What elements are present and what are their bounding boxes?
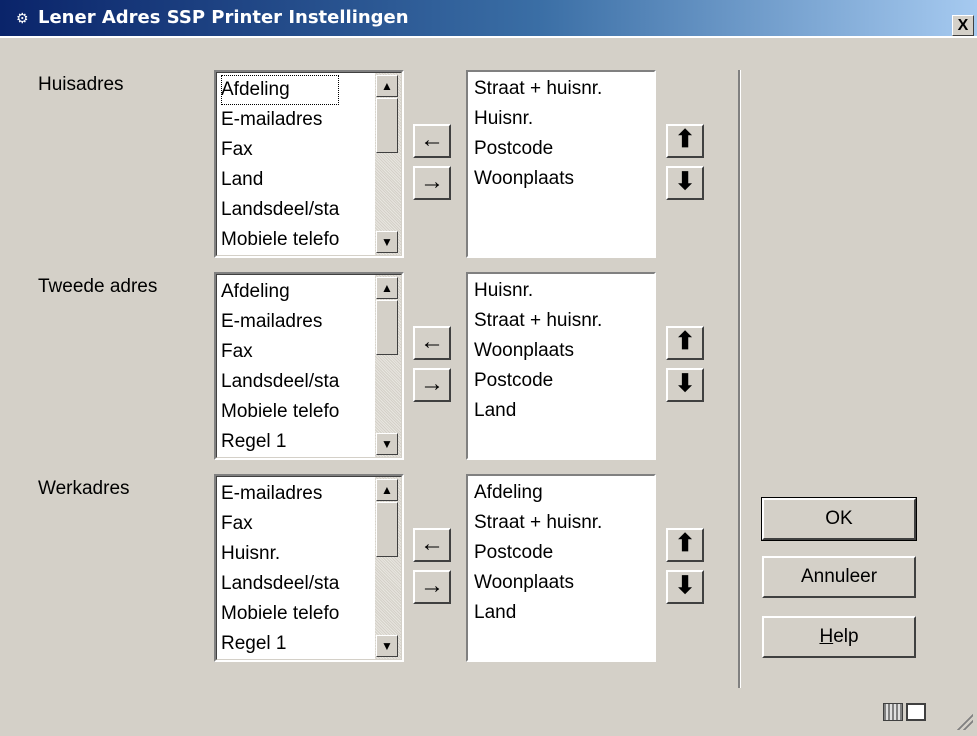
vertical-divider bbox=[738, 70, 741, 688]
selected-items: Huisnr. Straat + huisnr. Woonplaats Post… bbox=[474, 276, 602, 426]
section-label-werkadres: Werkadres bbox=[38, 478, 130, 499]
scroll-thumb[interactable] bbox=[376, 300, 398, 355]
scroll-up-button[interactable]: ▲ bbox=[376, 277, 398, 299]
resize-grip-icon[interactable] bbox=[955, 712, 973, 730]
scroll-up-button[interactable]: ▲ bbox=[376, 479, 398, 501]
vertical-scrollbar[interactable]: ▲ ▼ bbox=[375, 477, 401, 659]
list-item[interactable]: Woonplaats bbox=[474, 164, 602, 194]
app-icon: ⚙ bbox=[16, 10, 29, 26]
scroll-thumb[interactable] bbox=[376, 502, 398, 557]
list-item[interactable]: Regel 1 bbox=[221, 427, 339, 457]
available-items: Afdeling E-mailadres Fax Landsdeel/sta M… bbox=[221, 277, 339, 457]
help-button[interactable]: Help bbox=[762, 616, 916, 658]
list-item[interactable]: Straat + huisnr. bbox=[474, 306, 602, 336]
section-label-huisadres: Huisadres bbox=[38, 74, 124, 95]
available-fields-list[interactable]: E-mailadres Fax Huisnr. Landsdeel/sta Mo… bbox=[214, 474, 404, 662]
list-item[interactable]: Mobiele telefo bbox=[221, 225, 339, 255]
list-item[interactable]: E-mailadres bbox=[221, 105, 339, 135]
add-field-button[interactable]: ← bbox=[413, 326, 451, 360]
list-item[interactable]: Land bbox=[221, 165, 339, 195]
help-label-rest: elp bbox=[833, 626, 859, 647]
remove-field-button[interactable]: → bbox=[413, 166, 451, 200]
available-items: E-mailadres Fax Huisnr. Landsdeel/sta Mo… bbox=[221, 479, 339, 659]
ok-button[interactable]: OK bbox=[761, 497, 917, 541]
available-items: Afdeling E-mailadres Fax Land Landsdeel/… bbox=[221, 75, 340, 255]
list-item[interactable]: E-mailadres bbox=[221, 479, 339, 509]
list-item[interactable]: Huisnr. bbox=[221, 539, 339, 569]
available-fields-list[interactable]: Afdeling E-mailadres Fax Land Landsdeel/… bbox=[214, 70, 404, 258]
list-item[interactable]: Woonplaats bbox=[474, 568, 602, 598]
list-item[interactable]: Landsdeel/sta bbox=[221, 367, 339, 397]
list-item[interactable]: Woonplaats bbox=[474, 336, 602, 366]
selected-items: Afdeling Straat + huisnr. Postcode Woonp… bbox=[474, 478, 602, 628]
scroll-down-button[interactable]: ▼ bbox=[376, 433, 398, 455]
available-fields-list[interactable]: Afdeling E-mailadres Fax Landsdeel/sta M… bbox=[214, 272, 404, 460]
list-item[interactable]: Mobiele telefo bbox=[221, 397, 339, 427]
section-label-tweede-adres: Tweede adres bbox=[38, 276, 158, 297]
selected-fields-list[interactable]: Straat + huisnr. Huisnr. Postcode Woonpl… bbox=[466, 70, 656, 258]
move-down-button[interactable]: ⬇ bbox=[666, 570, 704, 604]
add-field-button[interactable]: ← bbox=[413, 528, 451, 562]
move-up-button[interactable]: ⬆ bbox=[666, 326, 704, 360]
window-title: Lener Adres SSP Printer Instellingen bbox=[38, 7, 409, 28]
scroll-down-button[interactable]: ▼ bbox=[376, 635, 398, 657]
list-item[interactable]: Fax bbox=[221, 337, 339, 367]
selected-items: Straat + huisnr. Huisnr. Postcode Woonpl… bbox=[474, 74, 602, 194]
list-item[interactable]: Afdeling bbox=[221, 75, 340, 105]
list-item[interactable]: Mobiele telefo bbox=[221, 599, 339, 629]
list-item[interactable]: Straat + huisnr. bbox=[474, 74, 602, 104]
list-item[interactable]: Land bbox=[474, 598, 602, 628]
list-item[interactable]: Huisnr. bbox=[474, 104, 602, 134]
add-field-button[interactable]: ← bbox=[413, 124, 451, 158]
help-mnemonic: H bbox=[819, 626, 834, 647]
list-item[interactable]: Straat + huisnr. bbox=[474, 508, 602, 538]
maximize-icon[interactable] bbox=[906, 703, 926, 721]
list-item[interactable]: Postcode bbox=[474, 538, 602, 568]
list-item[interactable]: Postcode bbox=[474, 366, 602, 396]
remove-field-button[interactable]: → bbox=[413, 570, 451, 604]
close-button[interactable]: X bbox=[952, 15, 974, 36]
list-item[interactable]: Huisnr. bbox=[474, 276, 602, 306]
title-bar: ⚙ Lener Adres SSP Printer Instellingen X bbox=[0, 0, 977, 36]
keyboard-icon[interactable] bbox=[883, 703, 903, 721]
list-item[interactable]: Landsdeel/sta bbox=[221, 195, 339, 225]
selected-fields-list[interactable]: Afdeling Straat + huisnr. Postcode Woonp… bbox=[466, 474, 656, 662]
move-up-button[interactable]: ⬆ bbox=[666, 528, 704, 562]
list-item[interactable]: Landsdeel/sta bbox=[221, 569, 339, 599]
move-down-button[interactable]: ⬇ bbox=[666, 166, 704, 200]
move-down-button[interactable]: ⬇ bbox=[666, 368, 704, 402]
cancel-button[interactable]: Annuleer bbox=[762, 556, 916, 598]
move-up-button[interactable]: ⬆ bbox=[666, 124, 704, 158]
remove-field-button[interactable]: → bbox=[413, 368, 451, 402]
list-item[interactable]: E-mailadres bbox=[221, 307, 339, 337]
selected-fields-list[interactable]: Huisnr. Straat + huisnr. Woonplaats Post… bbox=[466, 272, 656, 460]
vertical-scrollbar[interactable]: ▲ ▼ bbox=[375, 275, 401, 457]
list-item[interactable]: Fax bbox=[221, 135, 339, 165]
list-item[interactable]: Land bbox=[474, 396, 602, 426]
scroll-up-button[interactable]: ▲ bbox=[376, 75, 398, 97]
list-item[interactable]: Regel 1 bbox=[221, 629, 339, 659]
list-item[interactable]: Postcode bbox=[474, 134, 602, 164]
scroll-thumb[interactable] bbox=[376, 98, 398, 153]
vertical-scrollbar[interactable]: ▲ ▼ bbox=[375, 73, 401, 255]
list-item[interactable]: Afdeling bbox=[221, 277, 339, 307]
list-item[interactable]: Fax bbox=[221, 509, 339, 539]
list-item[interactable]: Afdeling bbox=[474, 478, 602, 508]
scroll-down-button[interactable]: ▼ bbox=[376, 231, 398, 253]
